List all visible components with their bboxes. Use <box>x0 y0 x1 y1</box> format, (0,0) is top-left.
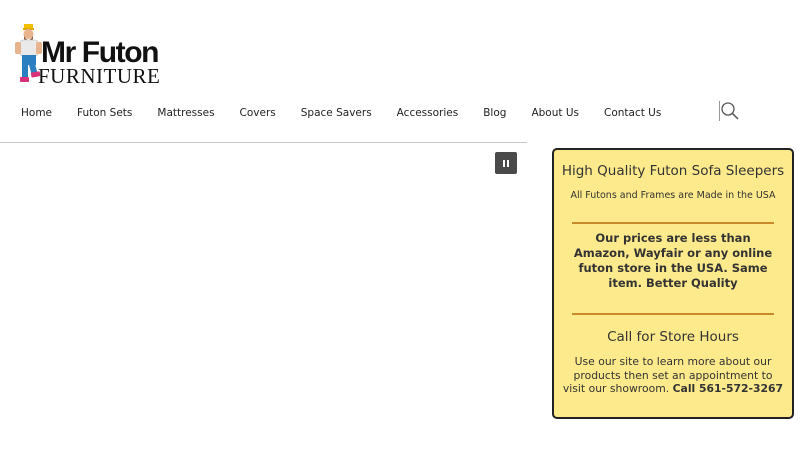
info-subheading: All Futons and Frames are Made in the US… <box>570 190 776 201</box>
slider-pause-button[interactable] <box>495 152 517 174</box>
search-icon[interactable] <box>718 100 742 122</box>
nav-mattresses[interactable]: Mattresses <box>157 104 214 122</box>
info-divider-bottom <box>572 313 774 315</box>
info-body: Use our site to learn more about our pro… <box>562 355 784 396</box>
logo-subtitle: FURNITURE <box>38 64 161 88</box>
nav-futon-sets[interactable]: Futon Sets <box>77 104 132 122</box>
nav-about-us[interactable]: About Us <box>531 104 579 122</box>
phone-link[interactable]: Call 561-572-3267 <box>673 382 783 395</box>
main-nav: Home Futon Sets Mattresses Covers Space … <box>0 104 661 122</box>
info-heading: High Quality Futon Sofa Sleepers <box>561 163 785 179</box>
info-divider-top <box>572 222 774 224</box>
nav-home[interactable]: Home <box>21 104 52 122</box>
nav-accessories[interactable]: Accessories <box>397 104 459 122</box>
pause-icon <box>502 159 510 167</box>
nav-covers[interactable]: Covers <box>240 104 276 122</box>
info-box: High Quality Futon Sofa Sleepers All Fut… <box>552 148 794 419</box>
info-hours-heading: Call for Store Hours <box>607 329 739 345</box>
site-logo[interactable]: Mr Futon FURNITURE <box>12 22 172 88</box>
nav-space-savers[interactable]: Space Savers <box>301 104 372 122</box>
nav-contact-us[interactable]: Contact Us <box>604 104 661 122</box>
nav-blog[interactable]: Blog <box>483 104 506 122</box>
nav-divider <box>0 142 527 143</box>
info-promo: Our prices are less than Amazon, Wayfair… <box>573 231 773 290</box>
